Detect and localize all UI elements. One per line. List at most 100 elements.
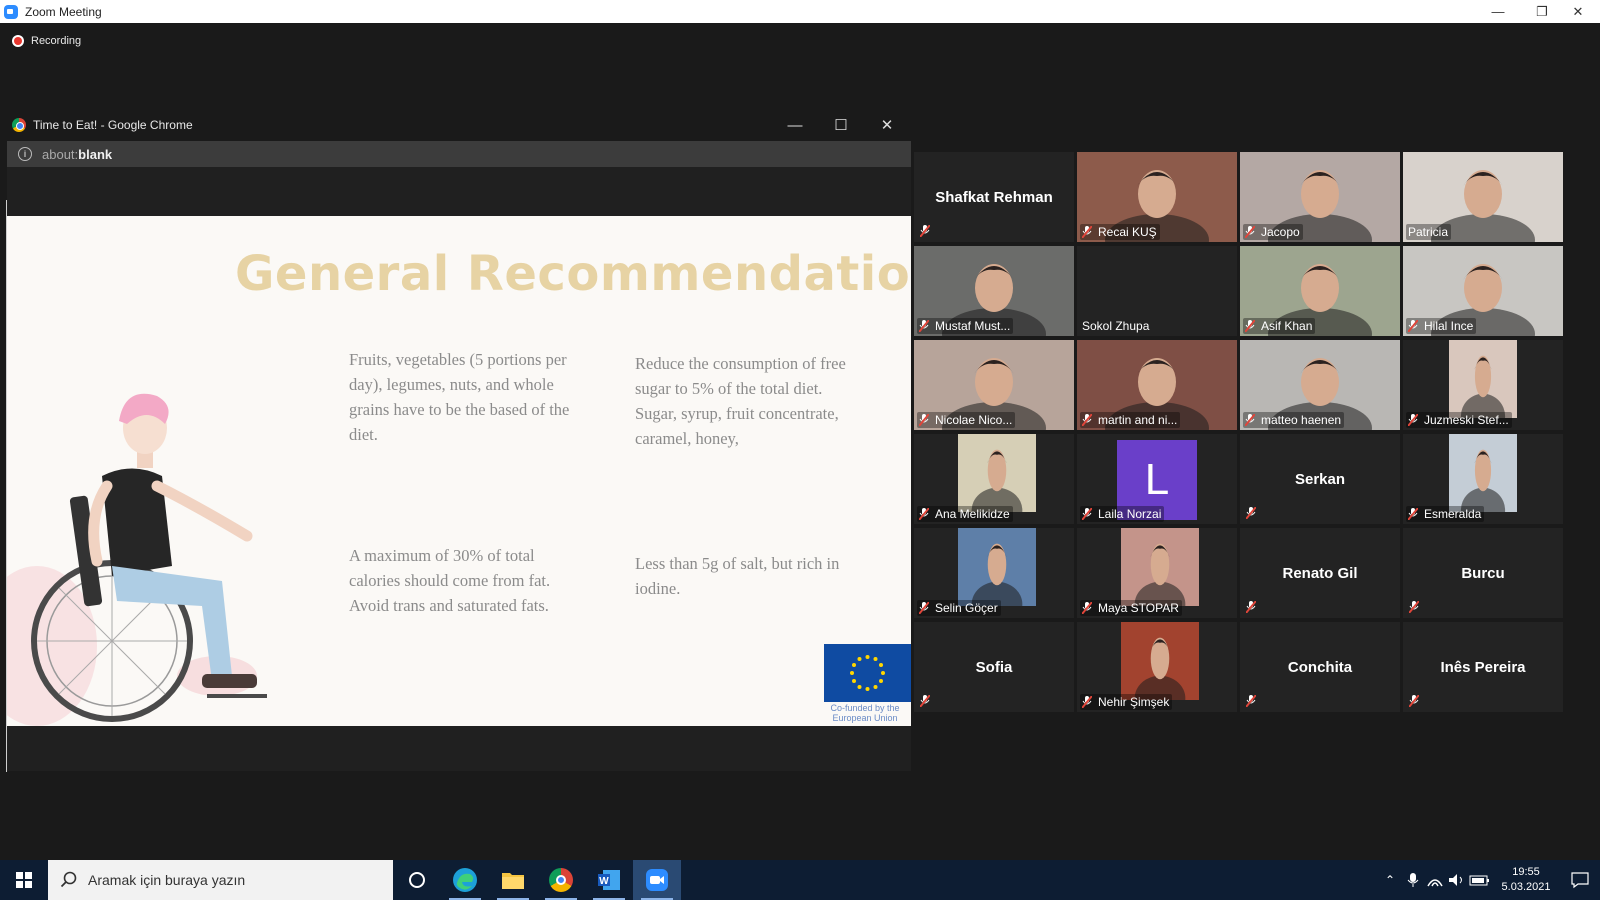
participant-tile[interactable]: Esmeralda <box>1403 434 1563 524</box>
muted-mic-icon <box>918 413 930 427</box>
participant-tile[interactable]: Nehir Şimşek <box>1077 622 1237 712</box>
muted-mic-icon <box>1408 600 1420 614</box>
chrome-minimize-button[interactable]: — <box>773 110 817 140</box>
participant-label: Jacopo <box>1243 224 1303 240</box>
close-button[interactable]: ✕ <box>1556 0 1600 23</box>
participant-name: Asif Khan <box>1261 319 1313 333</box>
participant-label: matteo haenen <box>1243 412 1345 428</box>
clock[interactable]: 19:55 5.03.2021 <box>1492 865 1560 895</box>
slide-title: General Recommendations <box>235 246 911 302</box>
cortana-button[interactable] <box>393 860 441 900</box>
record-icon <box>12 35 24 47</box>
info-icon[interactable]: i <box>18 147 32 161</box>
muted-mic-icon <box>1407 413 1419 427</box>
participant-name: Sokol Zhupa <box>1082 319 1150 333</box>
participant-name: Serkan <box>1294 470 1346 488</box>
start-button[interactable] <box>0 860 48 900</box>
participant-tile[interactable]: martin and ni... <box>1077 340 1237 430</box>
url-text: about:blank <box>42 146 113 162</box>
participant-tile[interactable]: Patricia <box>1403 152 1563 242</box>
participant-name: Laila Norzai <box>1098 507 1162 521</box>
chrome-maximize-button[interactable]: ☐ <box>819 110 863 140</box>
participant-name: Esmeralda <box>1424 507 1482 521</box>
word-icon: W <box>598 870 620 890</box>
chrome-close-button[interactable]: ✕ <box>865 110 909 140</box>
participant-tile[interactable]: Sofia <box>914 622 1074 712</box>
muted-mic-icon <box>918 319 930 333</box>
notifications-icon[interactable] <box>1560 871 1600 889</box>
participant-tile[interactable]: Maya STOPAR <box>1077 528 1237 618</box>
participant-tile[interactable]: Burcu <box>1403 528 1563 618</box>
address-bar[interactable]: i about:blank <box>7 141 911 167</box>
recording-indicator[interactable]: Recording <box>12 35 81 47</box>
windows-taskbar: Aramak için buraya yazın W ⌃ 19:55 5.03.… <box>0 860 1600 900</box>
volume-icon[interactable] <box>1446 872 1468 888</box>
chrome-icon <box>549 868 573 892</box>
participant-tile[interactable]: Selin Göçer <box>914 528 1074 618</box>
participant-label: Selin Göçer <box>917 600 1001 616</box>
minimize-button[interactable]: — <box>1476 0 1520 23</box>
participant-video <box>1121 528 1199 618</box>
participant-name: Shafkat Rehman <box>935 188 1053 206</box>
muted-mic-icon <box>1408 694 1420 708</box>
network-icon[interactable] <box>1424 872 1446 888</box>
participant-name: martin and ni... <box>1098 413 1178 427</box>
participant-label: martin and ni... <box>1080 412 1181 428</box>
participant-name: Patricia <box>1408 225 1449 239</box>
recording-label: Recording <box>31 35 82 47</box>
muted-mic-icon <box>1244 225 1256 239</box>
participant-name: matteo haenen <box>1261 413 1342 427</box>
window-title: Zoom Meeting <box>25 4 102 19</box>
taskbar-chrome[interactable] <box>537 860 585 900</box>
taskbar-word[interactable]: W <box>585 860 633 900</box>
participant-tile[interactable]: Ana Melikidze <box>914 434 1074 524</box>
muted-mic-icon <box>1245 506 1257 520</box>
participant-name: Burcu <box>1461 564 1505 582</box>
participant-name: Inês Pereira <box>1440 658 1526 676</box>
participant-tile[interactable]: Juzmeski Stef... <box>1403 340 1563 430</box>
participant-tile[interactable]: Conchita <box>1240 622 1400 712</box>
participant-name: Nehir Şimşek <box>1098 695 1170 709</box>
clock-date: 5.03.2021 <box>1501 881 1551 893</box>
search-icon <box>60 871 77 888</box>
participant-tile[interactable]: L Laila Norzai <box>1077 434 1237 524</box>
search-placeholder: Aramak için buraya yazın <box>88 872 246 888</box>
recommendation-3: A maximum of 30% of total calories shoul… <box>349 546 551 615</box>
taskbar-edge[interactable] <box>441 860 489 900</box>
participant-tile[interactable]: Shafkat Rehman <box>914 152 1074 242</box>
recommendation-1: Fruits, vegetables (5 portions per day),… <box>349 350 570 444</box>
muted-mic-icon <box>1407 319 1419 333</box>
svg-text:W: W <box>599 876 609 887</box>
microphone-icon[interactable] <box>1402 872 1424 888</box>
participant-tile[interactable]: Jacopo <box>1240 152 1400 242</box>
muted-mic-icon <box>1081 507 1093 521</box>
eu-caption: Co-funded by the European Union <box>830 703 900 723</box>
participant-tile[interactable]: Recai KUŞ <box>1077 152 1237 242</box>
participant-tile[interactable]: Serkan <box>1240 434 1400 524</box>
participant-name: Mustaf Must... <box>935 319 1011 333</box>
participant-tile[interactable]: Asif Khan <box>1240 246 1400 336</box>
muted-mic-icon <box>1245 694 1257 708</box>
battery-icon[interactable] <box>1468 872 1492 888</box>
participant-tile[interactable]: Inês Pereira <box>1403 622 1563 712</box>
taskbar-zoom[interactable] <box>633 860 681 900</box>
participant-tile[interactable]: matteo haenen <box>1240 340 1400 430</box>
taskbar-search[interactable]: Aramak için buraya yazın <box>48 860 393 900</box>
participant-tile[interactable]: Renato Gil <box>1240 528 1400 618</box>
participant-tile[interactable]: Mustaf Must... <box>914 246 1074 336</box>
participant-video <box>1121 622 1199 712</box>
muted-mic-icon <box>1407 507 1419 521</box>
participant-label: Maya STOPAR <box>1080 600 1182 616</box>
chevron-up-icon[interactable]: ⌃ <box>1378 873 1402 887</box>
participant-name: Recai KUŞ <box>1098 225 1157 239</box>
participant-tile[interactable]: Sokol Zhupa <box>1077 246 1237 336</box>
participant-label: Nicolae Nico... <box>917 412 1016 428</box>
participant-tile[interactable]: Nicolae Nico... <box>914 340 1074 430</box>
muted-mic-icon <box>919 694 931 708</box>
participant-label: Asif Khan <box>1243 318 1316 334</box>
participant-video <box>958 434 1036 524</box>
taskbar-file-explorer[interactable] <box>489 860 537 900</box>
participant-tile[interactable]: Hilal Ince <box>1403 246 1563 336</box>
participant-video <box>1449 340 1517 430</box>
participant-label: Ana Melikidze <box>917 506 1013 522</box>
